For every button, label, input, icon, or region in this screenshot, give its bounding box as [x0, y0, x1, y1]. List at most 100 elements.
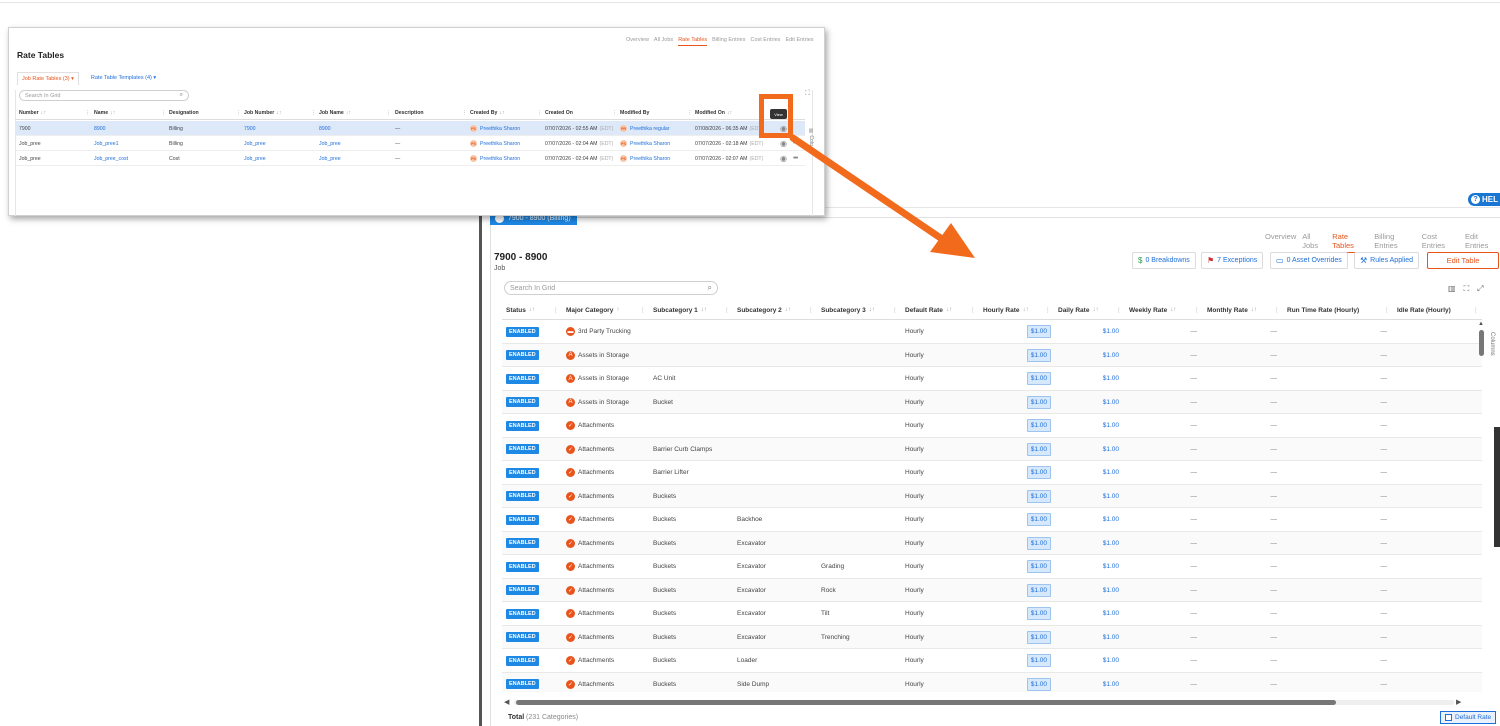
job-number-value[interactable]: 7900	[244, 126, 256, 132]
default-rate-checkbox[interactable]	[1445, 714, 1452, 721]
table-row[interactable]: ENABLED ✓ Attachments Buckets Side Dump Hourl…	[502, 672, 1482, 692]
table-row[interactable]: ENABLED ✓ Attachments Barrier Curb Clamps Ho…	[502, 437, 1482, 462]
hourly-rate-value[interactable]: $1.00	[1026, 677, 1051, 691]
hourly-rate-value[interactable]: $1.00	[1026, 348, 1051, 362]
hourly-rate-cell[interactable]: $1.00	[979, 579, 1054, 603]
column-menu-icon[interactable]: ⋮	[640, 306, 647, 314]
sort-icon[interactable]: ↓↑	[276, 110, 281, 116]
columns-icon[interactable]: ▥	[1448, 284, 1456, 294]
table-row[interactable]: ENABLED ▬ 3rd Party Trucking Hourly $1.00 $1.…	[502, 320, 1482, 344]
nav-item-all-jobs[interactable]: All Jobs	[1302, 232, 1326, 253]
view-eye-icon[interactable]: ◉	[780, 151, 787, 166]
sort-icon[interactable]: ↓↑	[1170, 307, 1176, 313]
name-cell[interactable]: Job_pree1	[94, 136, 169, 151]
help-button[interactable]: ? HEL	[1468, 193, 1500, 206]
column-menu-icon[interactable]: ⋮	[687, 110, 692, 116]
nav-item-rate-tables[interactable]: Rate Tables	[1332, 232, 1369, 253]
hourly-rate-cell[interactable]: $1.00	[979, 626, 1054, 650]
sort-icon[interactable]: ↓↑	[1092, 307, 1098, 313]
created-by-name[interactable]: Preethika Sharon	[480, 156, 520, 162]
hourly-rate-value[interactable]: $1.00	[1026, 325, 1051, 339]
popup-column-header-designation[interactable]: Designation ⋮	[169, 106, 244, 120]
modified-by-name[interactable]: Preethika Sharon	[630, 141, 670, 147]
column-header-idle-rate-hourly-[interactable]: Idle Rate (Hourly) ⋮	[1393, 300, 1482, 320]
column-header-run-time-rate-hourly-[interactable]: Run Time Rate (Hourly) ⋮	[1283, 300, 1393, 320]
nav-item-all-jobs[interactable]: All Jobs	[654, 37, 673, 46]
column-menu-icon[interactable]: ⋮	[808, 306, 815, 314]
popup-table-row[interactable]: 7900 8900 Billing 7900 8900 — PS Preethika Shar…	[15, 121, 805, 136]
hourly-rate-cell[interactable]: $1.00	[979, 344, 1054, 368]
popup-column-header-name[interactable]: Name ↓↑ ⋮	[94, 106, 169, 120]
nav-item-cost-entries[interactable]: Cost Entries	[750, 37, 780, 46]
table-row[interactable]: ENABLED ✓ Attachments Buckets Excavator Rock H…	[502, 578, 1482, 603]
view-eye-icon[interactable]: ◉	[780, 136, 787, 151]
hourly-rate-value[interactable]: $1.00	[1026, 442, 1051, 456]
created-by-name[interactable]: Preethika Sharon	[480, 126, 520, 132]
table-row[interactable]: ENABLED ✓ Attachments Barrier Lifter Hourly $…	[502, 461, 1482, 485]
nav-item-overview[interactable]: Overview	[1265, 232, 1296, 253]
hourly-rate-value[interactable]: $1.00	[1026, 607, 1051, 621]
nav-item-edit-entries[interactable]: Edit Entries	[785, 37, 813, 46]
hourly-rate-cell[interactable]: $1.00	[979, 602, 1054, 626]
sort-icon[interactable]: ↓↑	[701, 307, 707, 313]
job-number-value[interactable]: Job_pree	[244, 156, 266, 162]
vertical-scrollbar[interactable]	[1479, 330, 1484, 356]
column-header-daily-rate[interactable]: Daily Rate ↓↑ ⋮	[1054, 300, 1125, 320]
popup-columns-tab[interactable]: ▥ Colu	[808, 128, 814, 146]
hourly-rate-cell[interactable]: $1.00	[979, 320, 1054, 344]
name-value[interactable]: Job_pree1	[94, 141, 119, 147]
column-menu-icon[interactable]: ⋮	[1274, 306, 1281, 314]
popup-column-header-number[interactable]: Number ↓↑ ⋮	[19, 106, 93, 120]
job-name-value[interactable]: 8900	[319, 126, 331, 132]
job-number-cell[interactable]: 7900	[244, 121, 319, 136]
scroll-thumb[interactable]	[516, 700, 1336, 705]
name-value[interactable]: Job_pree_cost	[94, 156, 128, 162]
more-actions-icon[interactable]: •••	[793, 136, 798, 151]
table-row[interactable]: ENABLED ✓ Attachments Buckets Excavator Trenc…	[502, 625, 1482, 650]
job-name-value[interactable]: Job_pree	[319, 156, 341, 162]
hourly-rate-value[interactable]: $1.00	[1026, 372, 1051, 386]
column-menu-icon[interactable]: ⋮	[892, 306, 899, 314]
column-menu-icon[interactable]: ⋮	[612, 110, 617, 116]
column-menu-icon[interactable]: ⋮	[311, 110, 316, 116]
hourly-rate-value[interactable]: $1.00	[1026, 395, 1051, 409]
popup-column-header-job-name[interactable]: Job Name ↓↑ ⋮	[319, 106, 394, 120]
columns-side-tab[interactable]: Columns	[1489, 332, 1495, 356]
hourly-rate-value[interactable]: $1.00	[1026, 536, 1051, 550]
popup-search-input[interactable]: Search In Grid ⌕	[19, 90, 189, 101]
hourly-rate-cell[interactable]: $1.00	[979, 649, 1054, 673]
table-row[interactable]: ENABLED ✓ Attachments Hourly $1.00 $1.00 — — —	[502, 414, 1482, 438]
table-row[interactable]: ENABLED ✓ Attachments Buckets Excavator Hourl…	[502, 531, 1482, 555]
name-cell[interactable]: 8900	[94, 121, 169, 136]
job-number-value[interactable]: Job_pree	[244, 141, 266, 147]
table-row[interactable]: ENABLED ✓ Attachments Buckets Loader Hourly $1…	[502, 649, 1482, 673]
popup-column-header-job-number[interactable]: Job Number ↓↑ ⋮	[244, 106, 319, 120]
column-menu-icon[interactable]: ⋮	[236, 110, 241, 116]
column-menu-icon[interactable]: ⋮	[724, 306, 731, 314]
sort-icon[interactable]: ↓↑	[110, 110, 115, 116]
scroll-up-icon[interactable]: ▲	[1478, 321, 1484, 327]
name-value[interactable]: 8900	[94, 126, 106, 132]
sort-icon[interactable]: ↓↑	[499, 110, 504, 116]
nav-item-edit-entries[interactable]: Edit Entries	[1465, 232, 1500, 253]
column-menu-icon[interactable]: ⋮	[462, 110, 467, 116]
hourly-rate-cell[interactable]: $1.00	[979, 485, 1054, 509]
hourly-rate-cell[interactable]: $1.00	[979, 555, 1054, 579]
hourly-rate-value[interactable]: $1.00	[1026, 583, 1051, 597]
column-header-major-category[interactable]: Major Category ↑ ⋮	[562, 300, 649, 320]
table-row[interactable]: ENABLED ✓ Attachments Buckets Excavator Gradi…	[502, 555, 1482, 579]
nav-item-billing-entries[interactable]: Billing Entries	[712, 37, 745, 46]
fullscreen-icon[interactable]: ⤢	[1477, 284, 1483, 294]
nav-item-overview[interactable]: Overview	[626, 37, 649, 46]
hourly-rate-cell[interactable]: $1.00	[979, 391, 1054, 415]
more-actions-icon[interactable]: •••	[793, 151, 798, 166]
exceptions-button[interactable]: ⚑ 7 Exceptions	[1201, 252, 1264, 269]
nav-item-cost-entries[interactable]: Cost Entries	[1422, 232, 1459, 253]
breakdowns-button[interactable]: $ 0 Breakdowns	[1132, 252, 1196, 269]
job-name-cell[interactable]: Job_pree	[319, 151, 394, 166]
sort-icon[interactable]: ↓↑	[41, 110, 46, 116]
modified-by-name[interactable]: Preethika Sharon	[630, 156, 670, 162]
fullscreen-icon[interactable]: ⛶	[805, 90, 810, 98]
hourly-rate-cell[interactable]: $1.00	[979, 438, 1054, 462]
sort-icon[interactable]: ↓↑	[869, 307, 875, 313]
